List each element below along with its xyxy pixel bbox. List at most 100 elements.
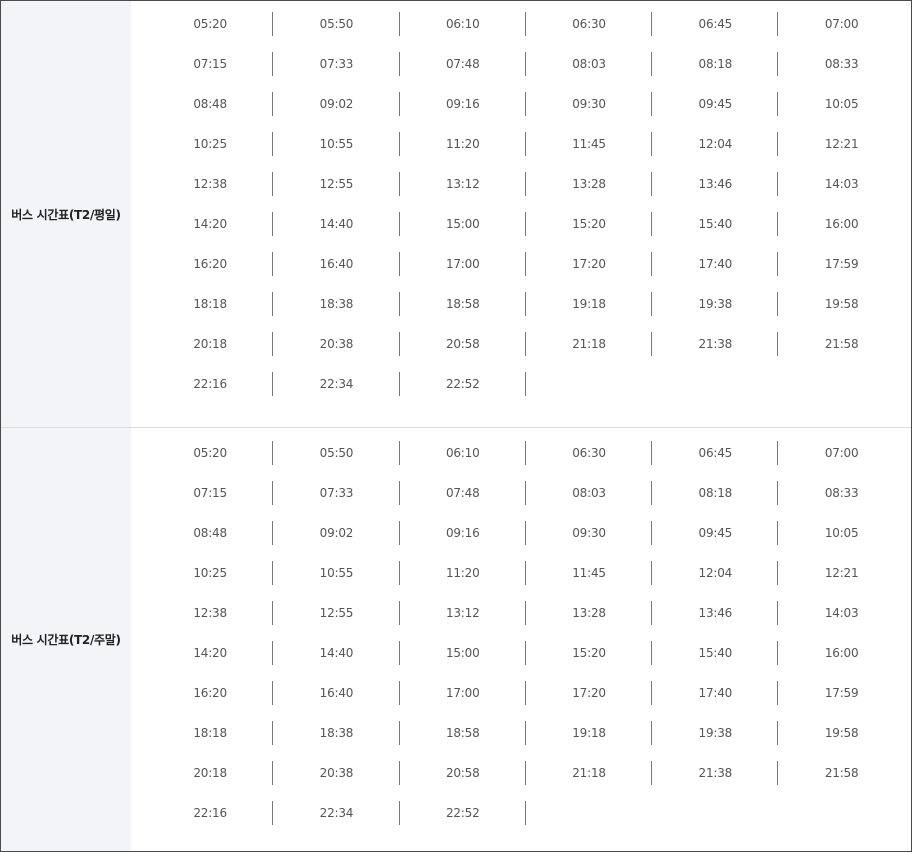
departure-time: 07:33 <box>273 481 400 505</box>
departure-time: 17:40 <box>652 252 779 276</box>
departure-time: 16:00 <box>824 217 859 231</box>
departure-time: 12:38 <box>147 601 274 625</box>
departure-time: 14:40 <box>273 212 400 236</box>
departure-time: 18:58 <box>400 721 527 745</box>
departure-time: 10:25 <box>147 132 274 156</box>
time-row: 12:38 12:55 13:12 13:28 13:46 14:03 <box>147 601 905 625</box>
departure-time: 15:20 <box>526 212 653 236</box>
departure-time: 17:20 <box>526 681 653 705</box>
departure-time: 15:40 <box>652 212 779 236</box>
departure-time: 22:52 <box>400 372 527 396</box>
departure-time: 07:48 <box>400 52 527 76</box>
departure-time: 20:18 <box>147 332 274 356</box>
departure-time: 14:40 <box>273 641 400 665</box>
departure-time: 11:45 <box>526 132 653 156</box>
departure-time: 08:33 <box>824 486 859 500</box>
departure-time: 09:02 <box>273 92 400 116</box>
departure-time: 12:55 <box>273 601 400 625</box>
departure-time: 20:38 <box>273 761 400 785</box>
departure-time: 13:46 <box>652 172 779 196</box>
departure-time: 12:21 <box>824 566 859 580</box>
departure-time: 12:04 <box>652 132 779 156</box>
departure-time: 16:00 <box>824 646 859 660</box>
departure-time: 11:20 <box>400 132 527 156</box>
time-row: 16:20 16:40 17:00 17:20 17:40 17:59 <box>147 252 905 276</box>
departure-time: 18:18 <box>147 721 274 745</box>
departure-time: 21:18 <box>526 761 653 785</box>
departure-time: 12:21 <box>824 137 859 151</box>
departure-time: 19:38 <box>652 292 779 316</box>
departure-time: 09:30 <box>526 92 653 116</box>
departure-time: 15:20 <box>526 641 653 665</box>
departure-time: 19:58 <box>824 726 859 740</box>
departure-time: 10:05 <box>824 526 859 540</box>
departure-time: 22:16 <box>147 801 274 825</box>
departure-time: 13:46 <box>652 601 779 625</box>
time-row: 12:38 12:55 13:12 13:28 13:46 14:03 <box>147 172 905 196</box>
timetable-label: 버스 시간표(T2/주말) <box>1 428 131 851</box>
departure-time: 08:48 <box>147 521 274 545</box>
departure-time: 06:10 <box>400 441 527 465</box>
departure-time: 13:28 <box>526 172 653 196</box>
time-row: 14:20 14:40 15:00 15:20 15:40 16:00 <box>147 212 905 236</box>
departure-time: 09:16 <box>400 92 527 116</box>
time-row: 18:18 18:38 18:58 19:18 19:38 19:58 <box>147 721 905 745</box>
time-row: 05:20 05:50 06:10 06:30 06:45 07:00 <box>147 12 905 36</box>
departure-time: 06:30 <box>526 441 653 465</box>
time-row: 20:18 20:38 20:58 21:18 21:38 21:58 <box>147 761 905 785</box>
departure-time: 07:15 <box>147 481 274 505</box>
departure-time: 06:45 <box>652 441 779 465</box>
departure-time: 12:04 <box>652 561 779 585</box>
departure-time: 13:12 <box>400 601 527 625</box>
departure-time: 06:45 <box>652 12 779 36</box>
departure-time: 20:38 <box>273 332 400 356</box>
departure-time: 19:38 <box>652 721 779 745</box>
time-grid: 05:20 05:50 06:10 06:30 06:45 07:00 07:15 07:33… <box>131 1 911 427</box>
time-row: 07:15 07:33 07:48 08:03 08:18 08:33 <box>147 52 905 76</box>
time-row: 18:18 18:38 18:58 19:18 19:38 19:58 <box>147 292 905 316</box>
timetable-frame: 버스 시간표(T2/평일) 05:20 05:50 06:10 06:30 06:45 0… <box>0 0 912 852</box>
departure-time: 07:33 <box>273 52 400 76</box>
departure-time: 16:40 <box>273 252 400 276</box>
time-row: 20:18 20:38 20:58 21:18 21:38 21:58 <box>147 332 905 356</box>
departure-time: 20:58 <box>400 761 527 785</box>
time-row: 08:48 09:02 09:16 09:30 09:45 10:05 <box>147 521 905 545</box>
departure-time: 12:38 <box>147 172 274 196</box>
time-row: 22:16 22:34 22:52 <box>147 801 905 825</box>
departure-time: 19:58 <box>824 297 859 311</box>
departure-time: 09:16 <box>400 521 527 545</box>
departure-time: 10:05 <box>824 97 859 111</box>
departure-time: 21:38 <box>652 332 779 356</box>
departure-time: 08:18 <box>652 481 779 505</box>
departure-time: 16:40 <box>273 681 400 705</box>
departure-time: 22:34 <box>273 372 400 396</box>
departure-time: 08:18 <box>652 52 779 76</box>
departure-time: 18:38 <box>273 721 400 745</box>
departure-time: 06:10 <box>400 12 527 36</box>
departure-time: 07:48 <box>400 481 527 505</box>
departure-time: 10:55 <box>273 132 400 156</box>
time-row: 10:25 10:55 11:20 11:45 12:04 12:21 <box>147 132 905 156</box>
departure-time: 11:45 <box>526 561 653 585</box>
departure-time: 20:58 <box>400 332 527 356</box>
departure-time: 13:12 <box>400 172 527 196</box>
departure-time: 15:40 <box>652 641 779 665</box>
departure-time: 18:58 <box>400 292 527 316</box>
time-row: 22:16 22:34 22:52 <box>147 372 905 396</box>
departure-time: 21:58 <box>824 766 859 780</box>
departure-time: 19:18 <box>526 721 653 745</box>
time-row: 16:20 16:40 17:00 17:20 17:40 17:59 <box>147 681 905 705</box>
departure-time: 18:18 <box>147 292 274 316</box>
departure-time: 16:20 <box>147 681 274 705</box>
departure-time: 18:38 <box>273 292 400 316</box>
departure-time: 14:03 <box>824 177 859 191</box>
time-row: 07:15 07:33 07:48 08:03 08:18 08:33 <box>147 481 905 505</box>
time-row: 10:25 10:55 11:20 11:45 12:04 12:21 <box>147 561 905 585</box>
departure-time: 05:20 <box>147 12 274 36</box>
departure-time: 14:20 <box>147 641 274 665</box>
departure-time: 09:45 <box>652 521 779 545</box>
departure-time: 07:00 <box>824 17 859 31</box>
departure-time: 21:58 <box>824 337 859 351</box>
departure-time: 19:18 <box>526 292 653 316</box>
departure-time: 11:20 <box>400 561 527 585</box>
